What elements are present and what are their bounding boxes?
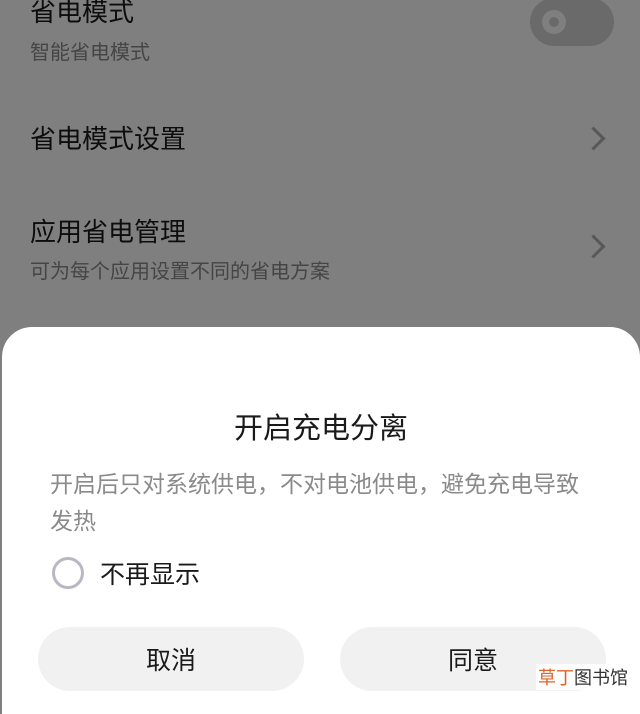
watermark-text: 图书馆	[574, 668, 628, 689]
dialog-title: 开启充电分离	[233, 411, 408, 445]
radio-unchecked-icon[interactable]	[52, 557, 84, 589]
cancel-button[interactable]: 取消	[38, 627, 304, 691]
charging-separation-dialog: 开启充电分离 开启后只对系统供电，不对电池供电，避免充电导致发热 不再显示 取消…	[2, 327, 640, 714]
dont-show-again-option[interactable]: 不再显示	[50, 555, 200, 591]
dont-show-again-label: 不再显示	[100, 560, 201, 589]
watermark-accent-text: 草丁	[538, 668, 574, 689]
watermark: 草丁图书馆	[536, 664, 630, 690]
dialog-message: 开启后只对系统供电，不对电池供电，避免充电导致发热	[50, 472, 579, 535]
